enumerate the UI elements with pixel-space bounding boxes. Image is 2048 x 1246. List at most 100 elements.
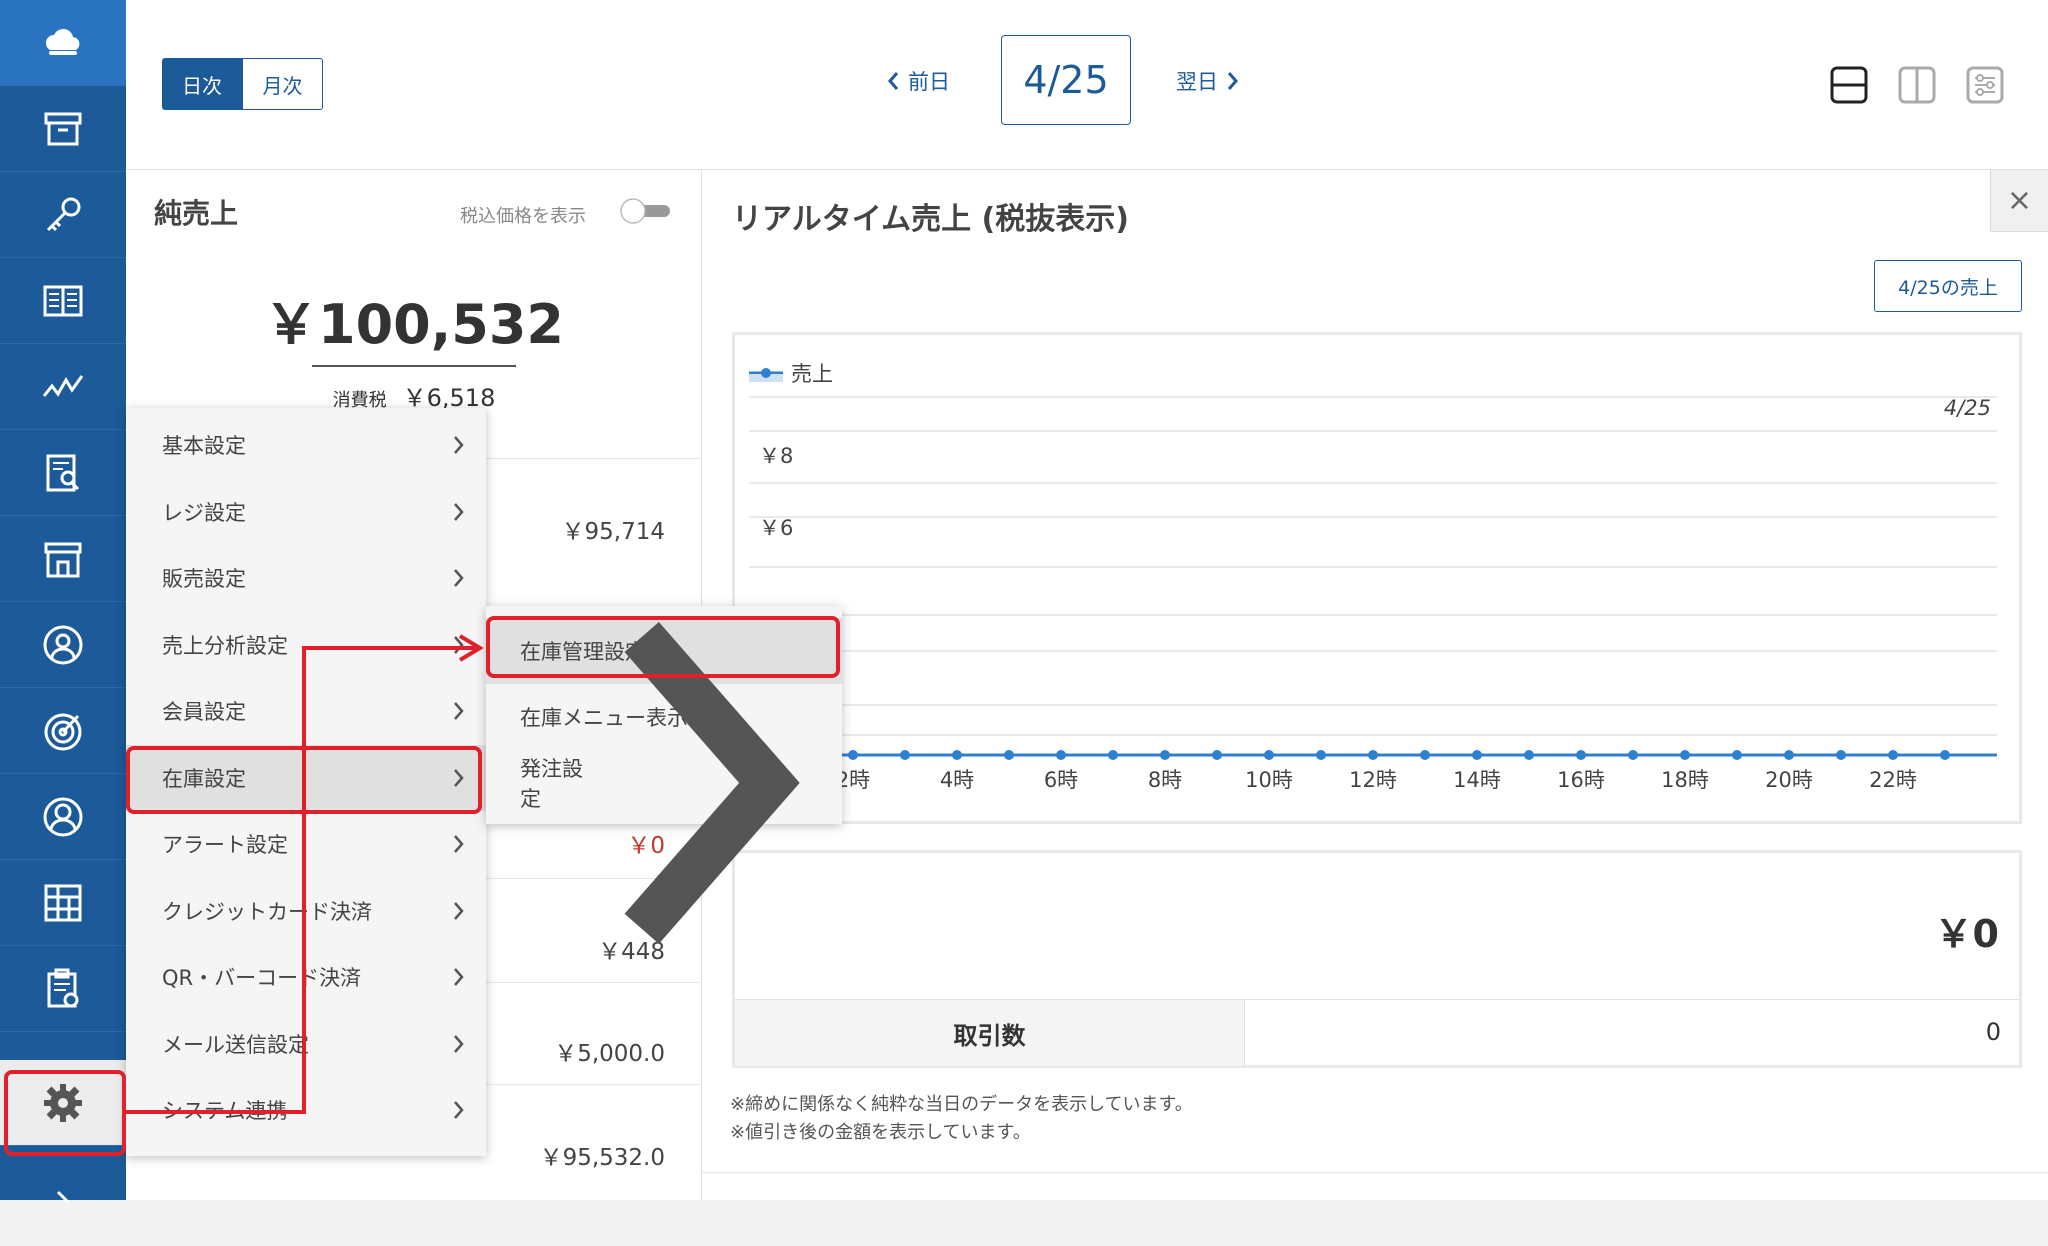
analytics-icon[interactable] [0,344,126,430]
menu-item-label: 販売設定 [162,567,246,591]
submenu-item-label: 発注設定 [520,757,583,811]
data-point[interactable] [1680,750,1690,760]
data-point[interactable] [952,750,962,760]
menu-item-11[interactable]: システム連携 [126,1077,486,1143]
next-day-button[interactable]: 翌日 [1176,66,1240,96]
breakdown-row-5: ￥95,532.0 [539,1145,665,1171]
chevron-right-icon [1227,72,1238,90]
realtime-sales-title: リアルタイム売上 (税抜表示) [732,202,1129,237]
x-tick-label: 10時 [1245,768,1293,792]
data-point[interactable] [1212,750,1222,760]
chevron-right-icon [454,835,464,853]
net-sales-title: 純売上 [154,197,239,230]
x-tick-label: 20時 [1765,768,1813,792]
member-icon[interactable] [0,774,126,860]
highlight-inventory-settings [126,746,482,814]
menu-item-7[interactable]: アラート設定 [126,811,486,877]
data-point[interactable] [1888,750,1898,760]
next-day-label: 翌日 [1176,70,1218,94]
chevron-right-icon [454,569,464,587]
close-button[interactable]: × [1990,170,2048,232]
data-point[interactable] [1368,750,1378,760]
transactions-value: 0 [1985,1018,2001,1046]
archive-icon[interactable] [0,86,126,172]
summary-amount: ￥0 [1934,912,1999,956]
chevron-right-icon [454,502,464,521]
highlight-inventory-management [486,616,840,678]
chart-date-label: 4/25 [1944,396,1991,420]
data-point[interactable] [1264,750,1274,760]
data-point[interactable] [1628,750,1638,760]
grid-icon[interactable] [0,860,126,946]
data-point[interactable] [1576,750,1586,760]
net-sales-amount: ￥100,532 [264,293,564,356]
x-tick-label: 22時 [1869,768,1917,792]
cloud-icon[interactable] [0,0,126,86]
prev-day-label: 前日 [908,70,950,94]
menu-item-1[interactable]: 基本設定 [126,412,486,478]
menu-item-label: 売上分析設定 [162,633,288,658]
data-point[interactable] [1472,750,1482,760]
menu-item-3[interactable]: 販売設定 [126,545,486,611]
data-point[interactable] [1420,750,1430,760]
data-point[interactable] [1732,750,1742,760]
data-point[interactable] [848,750,858,760]
split-vertical-view-icon[interactable] [1898,66,1936,104]
tax-toggle-switch[interactable] [620,198,672,224]
report-search-icon[interactable] [0,430,126,516]
split-horizontal-view-icon[interactable] [1830,66,1868,104]
sales-line-chart: 売上 4/25 ￥8 ￥6 2時 4時 6時 8時 10時 12時 14時 16時 18時 20時… [749,362,1997,792]
data-point[interactable] [1160,750,1170,760]
x-tick-label: 12時 [1349,768,1397,792]
legend-marker [761,368,771,378]
staff-icon[interactable] [0,602,126,688]
data-point[interactable] [1784,750,1794,760]
tax-toggle-label: 税込価格を表示 [460,206,586,227]
chevron-right-icon [454,1034,464,1053]
menu-item-label: 会員設定 [162,700,246,724]
menu-item-4[interactable]: 売上分析設定 [126,612,486,678]
current-date[interactable]: 4/25 [1001,35,1131,125]
store-icon[interactable] [0,516,126,602]
data-point[interactable] [1056,750,1066,760]
settings-sliders-icon[interactable] [1966,66,2004,104]
data-point[interactable] [1836,750,1846,760]
data-point[interactable] [1524,750,1534,760]
data-point[interactable] [1940,750,1950,760]
chevron-right-icon [454,968,464,986]
key-icon[interactable] [0,172,126,258]
submenu-item-3[interactable]: 発注設定 [486,622,842,944]
chevron-left-icon [888,72,899,90]
menu-item-2[interactable]: レジ設定 [126,479,486,545]
prev-day-button[interactable]: 前日 [886,66,950,96]
clipboard-icon[interactable] [0,946,126,1032]
data-point[interactable] [1108,750,1118,760]
menu-item-8[interactable]: クレジットカード決済 [126,878,486,944]
target-icon[interactable] [0,688,126,774]
menu-item-9[interactable]: QR・バーコード決済 [126,944,486,1010]
y-tick-label: ￥6 [759,516,793,540]
x-tick-label: 8時 [1148,768,1182,792]
daily-view-button[interactable]: 日次 [162,58,242,110]
sales-series [749,750,1997,760]
menu-item-5[interactable]: 会員設定 [126,678,486,744]
gridlines [749,396,1997,756]
chevron-right-icon [454,436,464,454]
menu-item-label: クレジットカード決済 [162,899,372,924]
x-tick-label: 18時 [1661,768,1709,792]
x-tick-labels: 2時 4時 6時 8時 10時 12時 14時 16時 18時 20時 22時 [836,768,1917,792]
monthly-view-button[interactable]: 月次 [242,58,323,110]
book-icon[interactable] [0,258,126,344]
data-point[interactable] [1316,750,1326,760]
menu-item-10[interactable]: メール送信設定 [126,1011,486,1077]
chevron-right-icon [454,702,464,720]
data-point[interactable] [900,750,910,760]
expand-chevron-icon[interactable] [0,1160,126,1246]
transactions-label: 取引数 [735,1000,1245,1066]
day-sales-button[interactable]: 4/25の売上 [1874,260,2022,312]
summary-box: ￥0 取引数 0 [732,850,2022,1068]
top-toolbar: 日次 月次 前日 4/25 翌日 [126,0,2048,170]
chevron-right-icon [454,1101,464,1119]
menu-item-label: 基本設定 [162,434,246,458]
data-point[interactable] [1004,750,1014,760]
